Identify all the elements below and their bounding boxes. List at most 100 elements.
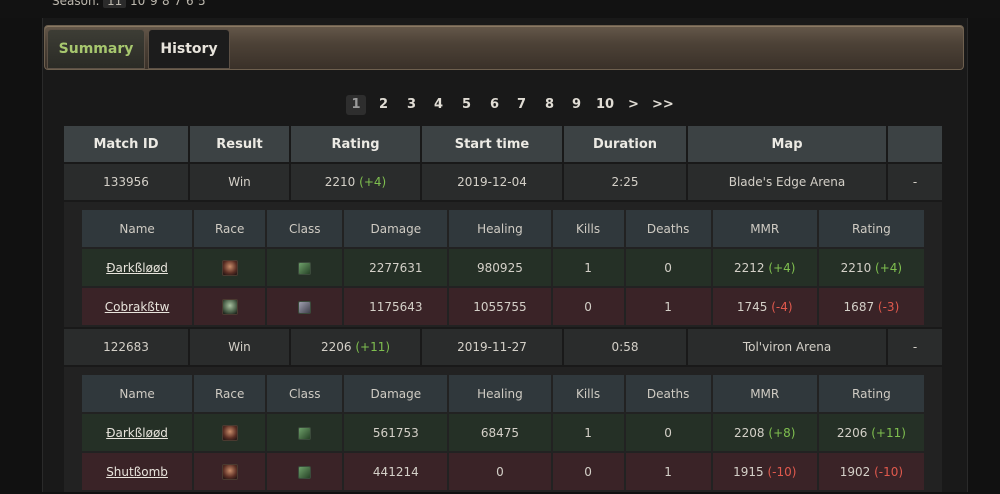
- pcol-rating[interactable]: Rating: [818, 375, 924, 412]
- match-id: 133956: [64, 164, 188, 200]
- match-detail: Name Race Class Damage Healing Kills Dea…: [64, 202, 942, 327]
- page-5[interactable]: 5: [462, 95, 471, 115]
- page-10[interactable]: 10: [596, 95, 614, 115]
- player-kills: 0: [552, 288, 624, 325]
- player-header-row: Name Race Class Damage Healing Kills Dea…: [82, 210, 924, 247]
- match-rating-value: 2206: [320, 340, 352, 354]
- page-2[interactable]: 2: [379, 95, 388, 115]
- pcol-class[interactable]: Class: [267, 375, 343, 412]
- player-name-link[interactable]: Ðarkßløød: [106, 261, 168, 275]
- pcol-healing[interactable]: Healing: [449, 375, 551, 412]
- pcol-deaths[interactable]: Deaths: [625, 210, 711, 247]
- player-rating-value: 2206: [836, 425, 868, 440]
- player-damage: 2277631: [344, 249, 448, 286]
- player-rating-change: (+4): [875, 260, 903, 275]
- col-map[interactable]: Map: [688, 126, 886, 162]
- match-rating: 2210 (+4): [291, 164, 420, 200]
- player-rating: 2206 (+11): [818, 414, 924, 451]
- page-3[interactable]: 3: [407, 95, 416, 115]
- player-header-row: Name Race Class Damage Healing Kills Dea…: [82, 375, 924, 412]
- player-name-link[interactable]: Cobrakßtw: [105, 300, 170, 314]
- tab-summary[interactable]: Summary: [47, 29, 145, 69]
- season-5[interactable]: 5: [198, 0, 206, 8]
- season-9[interactable]: 9: [150, 0, 158, 8]
- season-7[interactable]: 7: [174, 0, 182, 8]
- player-table: Name Race Class Damage Healing Kills Dea…: [80, 208, 926, 327]
- player-rating: 2210 (+4): [818, 249, 924, 286]
- pcol-name[interactable]: Name: [82, 375, 193, 412]
- player-damage: 561753: [344, 414, 448, 451]
- page-6[interactable]: 6: [490, 95, 499, 115]
- season-10[interactable]: 10: [130, 0, 145, 8]
- player-row: Ðarkßløød 2277631 980925 1 0 2212 (+4) 2…: [82, 249, 924, 286]
- pcol-rating[interactable]: Rating: [818, 210, 924, 247]
- match-row[interactable]: 122683 Win 2206 (+11) 2019-11-27 0:58 To…: [64, 329, 942, 365]
- player-table-wrapper: Name Race Class Damage Healing Kills Dea…: [64, 202, 942, 327]
- match-rating-change: (+11): [355, 340, 391, 354]
- orc-icon: [221, 424, 238, 441]
- player-name-link[interactable]: Ðarkßløød: [106, 426, 168, 440]
- page-9[interactable]: 9: [572, 95, 581, 115]
- player-rating: 1687 (-3): [818, 288, 924, 325]
- page-1[interactable]: 1: [346, 95, 366, 115]
- match-extra[interactable]: -: [888, 329, 942, 365]
- player-kills: 1: [552, 414, 624, 451]
- player-damage: 1175643: [344, 288, 448, 325]
- orc-icon: [221, 259, 238, 276]
- season-8[interactable]: 8: [162, 0, 170, 8]
- match-extra[interactable]: -: [888, 164, 942, 200]
- player-rating-change: (-10): [874, 464, 904, 479]
- season-label: Season:: [52, 0, 100, 8]
- match-rating-value: 2210: [324, 175, 356, 189]
- match-duration: 0:58: [564, 329, 686, 365]
- undead-icon: [221, 298, 238, 315]
- season-bar: Season: 11 10 9 8 7 6 5: [0, 0, 1000, 18]
- pcol-race[interactable]: Race: [194, 375, 266, 412]
- pcol-deaths[interactable]: Deaths: [625, 375, 711, 412]
- player-name-link[interactable]: Shutßomb: [106, 465, 168, 479]
- pcol-name[interactable]: Name: [82, 210, 193, 247]
- player-mmr-value: 2208: [734, 425, 765, 440]
- col-rating[interactable]: Rating: [291, 126, 420, 162]
- player-mmr-change: (-4): [771, 299, 793, 314]
- player-deaths: 1: [625, 453, 711, 490]
- season-11[interactable]: 11: [103, 0, 127, 8]
- pcol-damage[interactable]: Damage: [344, 210, 448, 247]
- match-detail-row: Name Race Class Damage Healing Kills Dea…: [64, 202, 942, 327]
- col-match-id[interactable]: Match ID: [64, 126, 188, 162]
- match-row[interactable]: 133956 Win 2210 (+4) 2019-12-04 2:25 Bla…: [64, 164, 942, 200]
- pcol-mmr[interactable]: MMR: [712, 210, 817, 247]
- pcol-race[interactable]: Race: [194, 210, 266, 247]
- match-detail: Name Race Class Damage Healing Kills Dea…: [64, 367, 942, 492]
- pcol-healing[interactable]: Healing: [449, 210, 551, 247]
- pcol-mmr[interactable]: MMR: [712, 375, 817, 412]
- match-rating: 2206 (+11): [291, 329, 420, 365]
- last-page-button[interactable]: >>: [652, 95, 674, 115]
- pcol-class[interactable]: Class: [267, 210, 343, 247]
- player-mmr-value: 1915: [733, 464, 764, 479]
- player-mmr-value: 2212: [734, 260, 765, 275]
- page-7[interactable]: 7: [517, 95, 526, 115]
- next-page-button[interactable]: >: [628, 95, 639, 115]
- player-mmr: 2212 (+4): [712, 249, 817, 286]
- page-8[interactable]: 8: [545, 95, 554, 115]
- pcol-damage[interactable]: Damage: [344, 375, 448, 412]
- pcol-kills[interactable]: Kills: [552, 375, 624, 412]
- hunter-icon: [298, 426, 312, 440]
- match-detail-row: Name Race Class Damage Healing Kills Dea…: [64, 367, 942, 492]
- match-start-time: 2019-12-04: [422, 164, 562, 200]
- match-map: Tol'viron Arena: [688, 329, 886, 365]
- col-duration[interactable]: Duration: [564, 126, 686, 162]
- player-mmr-value: 1745: [736, 299, 768, 314]
- tab-history[interactable]: History: [148, 29, 230, 69]
- col-start-time[interactable]: Start time: [422, 126, 562, 162]
- match-result: Win: [190, 164, 289, 200]
- col-result[interactable]: Result: [190, 126, 289, 162]
- pcol-kills[interactable]: Kills: [552, 210, 624, 247]
- season-6[interactable]: 6: [186, 0, 194, 8]
- player-healing: 0: [449, 453, 551, 490]
- player-table: Name Race Class Damage Healing Kills Dea…: [80, 373, 926, 492]
- player-kills: 0: [552, 453, 624, 490]
- match-header-row: Match ID Result Rating Start time Durati…: [64, 126, 942, 162]
- page-4[interactable]: 4: [434, 95, 443, 115]
